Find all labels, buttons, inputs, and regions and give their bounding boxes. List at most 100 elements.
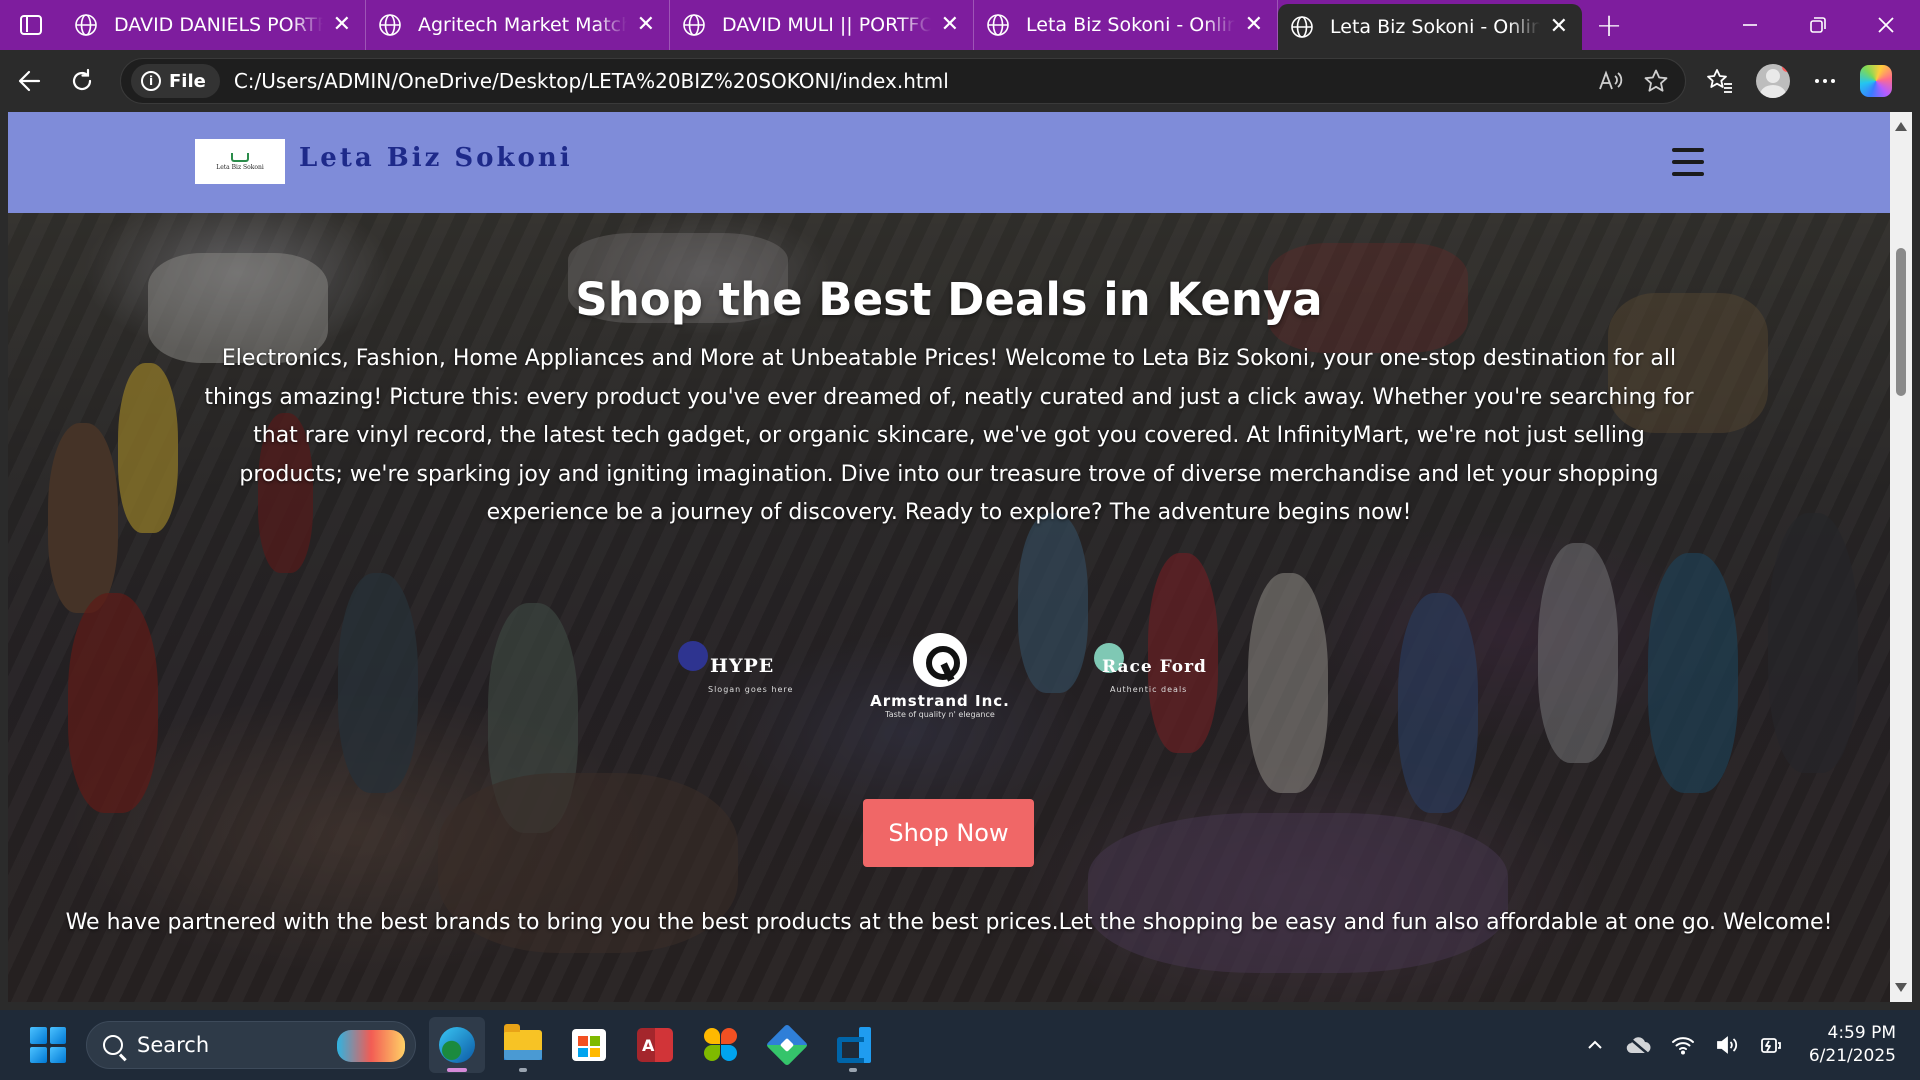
address-bar-actions [1597,68,1669,94]
microsoft-store-icon [572,1029,606,1061]
notification-dot [1782,64,1790,72]
favorite-star-icon[interactable] [1643,68,1669,94]
tab-actions-button[interactable] [0,0,62,50]
close-tab-icon[interactable]: ✕ [637,14,655,36]
scroll-down-arrow-icon[interactable] [1895,983,1907,992]
restore-icon [1810,17,1826,33]
window-frame-bottom [0,1002,1920,1010]
page-scrollbar[interactable] [1890,112,1912,1002]
minimize-icon [1743,24,1757,26]
scroll-up-arrow-icon[interactable] [1895,122,1907,131]
git-tool-icon [765,1023,809,1067]
site-info-button[interactable]: i File [131,64,220,98]
cart-logo-icon [231,152,249,162]
search-icon [103,1035,123,1055]
system-tray: 4:59 PM 6/21/2025 [1585,1022,1896,1068]
partnership-message: We have partnered with the best brands t… [65,910,1833,935]
partner-name: Race Ford [1102,657,1207,677]
profile-avatar[interactable] [1756,64,1790,98]
browser-tab[interactable]: DAVID MULI || PORTFOLIO ✕ [670,0,974,50]
hero-section: Shop the Best Deals in Kenya Electronics… [8,213,1890,1002]
tab-title: Leta Biz Sokoni - Online Shop [1026,14,1235,36]
browser-toolbar: i File C:/Users/ADMIN/OneDrive/Desktop/L… [0,50,1920,112]
taskbar-clock[interactable]: 4:59 PM 6/21/2025 [1809,1022,1896,1068]
page-viewport: Leta Biz Sokoni Leta Biz Sokoni Shop the… [8,112,1890,1002]
hype-logo-dot [678,641,708,671]
vscode-icon [835,1027,871,1063]
url-text[interactable]: C:/Users/ADMIN/OneDrive/Desktop/LETA%20B… [234,69,1597,93]
battery-charging-icon[interactable] [1759,1034,1783,1056]
partner-tagline: Taste of quality n' elegance [885,710,995,719]
file-explorer-icon [504,1024,542,1060]
clock-time: 4:59 PM [1827,1023,1897,1043]
browser-right-tools [1706,64,1892,98]
taskbar-vscode[interactable] [825,1017,881,1073]
site-logo[interactable]: Leta Biz Sokoni [195,139,285,184]
access-icon: A [637,1028,673,1062]
shop-now-button[interactable]: Shop Now [863,799,1034,867]
cloud-offline-icon[interactable] [1625,1035,1651,1055]
photos-icon [704,1028,738,1062]
partner-logos: HYPE Slogan goes here Armstrand Inc. Tas… [8,633,1890,733]
globe-icon [75,14,97,36]
close-tab-icon[interactable]: ✕ [1550,16,1568,38]
hero-description: Electronics, Fashion, Home Appliances an… [204,346,1694,525]
site-info-label: File [169,70,206,92]
tab-title: Agritech Market Match [418,14,627,36]
show-hidden-icons-chevron-icon[interactable] [1585,1035,1605,1055]
hero-dark-overlay [8,213,1890,1002]
taskbar-search-box[interactable]: Search [86,1021,416,1069]
taskbar-file-explorer[interactable] [495,1017,551,1073]
browser-tab[interactable]: Leta Biz Sokoni - Online Shop ✕ [974,0,1278,50]
taskbar-edge[interactable] [429,1017,485,1073]
taskbar-access[interactable]: A [627,1017,683,1073]
partner-tagline: Authentic deals [1110,685,1188,694]
read-aloud-icon[interactable] [1597,68,1623,94]
scrollbar-thumb[interactable] [1896,248,1906,396]
tab-actions-icon [20,15,42,35]
search-label: Search [137,1033,210,1057]
windows-start-icon[interactable] [30,1027,66,1063]
globe-icon [1291,16,1313,38]
clock-date: 6/21/2025 [1808,1046,1896,1066]
browser-tab[interactable]: DAVID DANIELS PORTFOLIO ✕ [62,0,366,50]
minimize-button[interactable] [1716,0,1784,50]
info-icon: i [141,71,161,91]
browser-tab[interactable]: Agritech Market Match ✕ [366,0,670,50]
new-tab-button[interactable]: + [1582,0,1636,50]
close-window-button[interactable] [1852,0,1920,50]
site-header: Leta Biz Sokoni Leta Biz Sokoni [8,112,1890,213]
menu-hamburger-icon[interactable] [1672,148,1704,176]
restore-button[interactable] [1784,0,1852,50]
close-tab-icon[interactable]: ✕ [333,14,351,36]
armstrand-logo-icon [913,633,967,687]
search-highlight-graphic [337,1030,405,1062]
taskbar-store[interactable] [561,1017,617,1073]
more-options-icon[interactable] [1812,68,1838,94]
partner-logo-armstrand[interactable]: Armstrand Inc. Taste of quality n' elega… [870,633,1010,719]
tab-title: DAVID DANIELS PORTFOLIO [114,14,323,36]
address-bar[interactable]: i File C:/Users/ADMIN/OneDrive/Desktop/L… [120,58,1686,104]
tab-title: Leta Biz Sokoni - Online Shop [1330,16,1540,38]
favorites-icon[interactable] [1706,67,1734,95]
close-icon [1878,17,1894,33]
close-tab-icon[interactable]: ✕ [1245,14,1263,36]
partner-tagline: Slogan goes here [708,685,794,694]
taskbar-git-tool[interactable] [759,1017,815,1073]
volume-icon[interactable] [1715,1035,1739,1055]
globe-icon [683,14,705,36]
globe-icon [379,14,401,36]
taskbar-photos[interactable] [693,1017,749,1073]
edge-icon [439,1027,475,1063]
close-tab-icon[interactable]: ✕ [941,14,959,36]
copilot-icon[interactable] [1860,65,1892,97]
back-button[interactable] [4,55,56,107]
window-controls [1716,0,1920,50]
back-arrow-icon [18,70,41,92]
wifi-icon[interactable] [1671,1035,1695,1055]
refresh-button[interactable] [56,55,108,107]
browser-tab-active[interactable]: Leta Biz Sokoni - Online Shop ✕ [1278,4,1582,50]
window-frame-left [0,112,8,1002]
brand-name[interactable]: Leta Biz Sokoni [299,143,573,173]
tab-title: DAVID MULI || PORTFOLIO [722,14,931,36]
